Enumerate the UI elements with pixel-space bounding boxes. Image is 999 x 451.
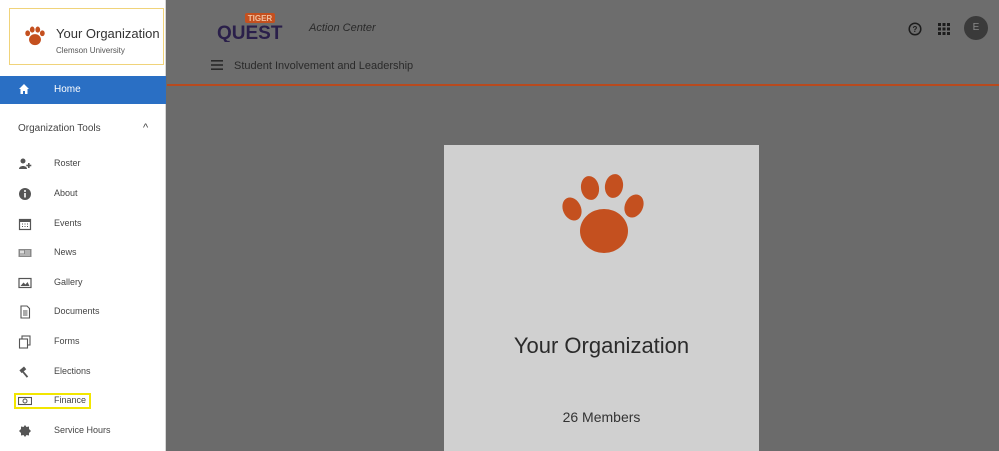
badge-icon bbox=[19, 425, 31, 437]
home-icon bbox=[19, 84, 29, 94]
sidebar-item-label: News bbox=[54, 247, 77, 257]
sidebar: Your Organization Clemson University Hom… bbox=[0, 0, 166, 451]
sidebar-item-service-hours[interactable]: Service Hours bbox=[0, 419, 166, 443]
org-card[interactable]: Your Organization Clemson University bbox=[9, 8, 164, 65]
hamburger-menu-icon[interactable] bbox=[211, 60, 223, 70]
action-center-title: Action Center bbox=[309, 22, 376, 34]
news-icon bbox=[18, 249, 32, 257]
apps-grid-icon[interactable] bbox=[937, 22, 951, 36]
tigerquest-logo[interactable]: TIGER QUEST bbox=[215, 12, 299, 42]
paw-logo-icon bbox=[25, 26, 45, 46]
sidebar-item-label: Forms bbox=[54, 336, 80, 346]
sidebar-item-finance[interactable]: Finance bbox=[0, 389, 166, 413]
sidebar-item-label: Gallery bbox=[54, 277, 83, 287]
gavel-icon bbox=[19, 366, 29, 378]
organization-name: Your Organization bbox=[513, 333, 690, 358]
sidebar-item-roster[interactable]: Roster bbox=[0, 152, 166, 176]
member-count[interactable]: 26 Members bbox=[444, 409, 759, 425]
sidebar-item-news[interactable]: News bbox=[0, 241, 166, 265]
sidebar-item-forms[interactable]: Forms bbox=[0, 330, 166, 354]
sidebar-item-elections[interactable]: Elections bbox=[0, 360, 166, 384]
chevron-up-icon: ^ bbox=[143, 122, 149, 134]
sidebar-item-label: Elections bbox=[54, 366, 91, 376]
breadcrumb[interactable]: Student Involvement and Leadership bbox=[234, 60, 413, 72]
calendar-icon bbox=[18, 218, 32, 231]
sidebar-item-label: Finance bbox=[54, 395, 87, 405]
header-divider bbox=[167, 84, 999, 86]
sidebar-item-label: Service Hours bbox=[54, 425, 111, 435]
organization-card: Your Organization 26 Members bbox=[444, 145, 759, 451]
clemson-paw-icon bbox=[562, 174, 644, 253]
header: TIGER QUEST Action Center Student Involv… bbox=[167, 0, 999, 85]
sidebar-item-about[interactable]: About bbox=[0, 182, 166, 206]
avatar[interactable]: E bbox=[964, 16, 988, 40]
image-icon bbox=[18, 277, 32, 289]
help-icon[interactable]: ? bbox=[908, 22, 922, 36]
sidebar-item-documents[interactable]: Documents bbox=[0, 300, 166, 324]
add-user-icon bbox=[19, 158, 32, 169]
sidebar-item-label: Home bbox=[54, 84, 81, 95]
sidebar-item-gallery[interactable]: Gallery bbox=[0, 271, 166, 295]
sidebar-item-label: Events bbox=[54, 218, 82, 228]
sidebar-item-label: Documents bbox=[54, 306, 100, 316]
document-icon bbox=[20, 305, 31, 319]
forms-icon bbox=[18, 335, 31, 349]
logo-quest-text: QUEST bbox=[217, 23, 283, 42]
sidebar-item-label: Roster bbox=[54, 158, 81, 168]
info-icon bbox=[19, 188, 31, 200]
svg-text:?: ? bbox=[913, 25, 918, 34]
section-label: Organization Tools bbox=[18, 123, 101, 134]
org-name: Your Organization bbox=[56, 26, 160, 41]
sidebar-item-events[interactable]: Events bbox=[0, 212, 166, 236]
logo-tiger-text: TIGER bbox=[248, 14, 273, 23]
sidebar-item-home[interactable]: Home bbox=[0, 76, 166, 104]
organization-tools-toggle[interactable]: Organization Tools ^ bbox=[0, 118, 166, 140]
sidebar-item-label: About bbox=[54, 188, 78, 198]
money-icon bbox=[18, 396, 32, 406]
org-university: Clemson University bbox=[56, 46, 125, 55]
